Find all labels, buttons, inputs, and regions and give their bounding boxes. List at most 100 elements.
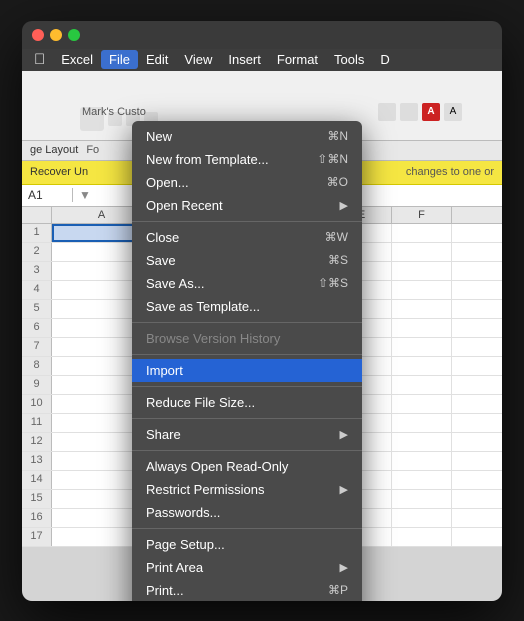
title-bar xyxy=(22,21,502,49)
grid-cell[interactable] xyxy=(392,281,452,299)
grid-cell[interactable] xyxy=(392,528,452,546)
file-new[interactable]: New ⌘N xyxy=(132,125,362,148)
formula-icon: ▼ xyxy=(79,188,91,202)
row-number: 8 xyxy=(22,357,52,375)
row-number: 15 xyxy=(22,490,52,508)
file-menu-section-8: Page Setup... Print Area ▶ Print... ⌘P xyxy=(132,528,362,601)
recover-text: Recover Un xyxy=(30,166,88,178)
file-open-recent-label: Open Recent xyxy=(146,198,340,213)
grid-cell[interactable] xyxy=(392,357,452,375)
row-number: 14 xyxy=(22,471,52,489)
file-save-as[interactable]: Save As... ⇧⌘S xyxy=(132,272,362,295)
row-number: 5 xyxy=(22,300,52,318)
file-print-area[interactable]: Print Area ▶ xyxy=(132,556,362,579)
file-import[interactable]: Import xyxy=(132,359,362,382)
grid-cell[interactable] xyxy=(392,452,452,470)
file-close[interactable]: Close ⌘W xyxy=(132,226,362,249)
file-menu-section-4: Import xyxy=(132,354,362,386)
grid-cell[interactable] xyxy=(392,376,452,394)
row-number: 10 xyxy=(22,395,52,413)
menu-view[interactable]: View xyxy=(176,50,220,69)
grid-cell[interactable] xyxy=(392,395,452,413)
sort-desc-button[interactable] xyxy=(400,103,418,121)
file-open-shortcut: ⌘O xyxy=(327,175,348,189)
file-always-read-only[interactable]: Always Open Read-Only xyxy=(132,455,362,478)
file-menu-section-1: New ⌘N New from Template... ⇧⌘N Open... … xyxy=(132,121,362,221)
file-save-as-label: Save As... xyxy=(146,276,318,291)
col-header-f: F xyxy=(392,207,452,223)
menu-bar:  Excel File Edit View Insert Format Too… xyxy=(22,49,502,71)
recover-detail: changes to one or xyxy=(406,166,494,178)
maximize-button[interactable] xyxy=(68,29,80,41)
file-new-shortcut: ⌘N xyxy=(327,129,348,143)
file-import-label: Import xyxy=(146,363,348,378)
file-reduce-size-label: Reduce File Size... xyxy=(146,395,348,410)
grid-cell[interactable] xyxy=(392,338,452,356)
file-save-label: Save xyxy=(146,253,328,268)
restrict-permissions-arrow: ▶ xyxy=(340,483,348,496)
file-menu-section-3: Browse Version History xyxy=(132,322,362,354)
file-save-template[interactable]: Save as Template... xyxy=(132,295,362,318)
row-number: 16 xyxy=(22,509,52,527)
close-button[interactable] xyxy=(32,29,44,41)
row-number: 7 xyxy=(22,338,52,356)
grid-cell[interactable] xyxy=(392,471,452,489)
traffic-lights xyxy=(32,29,80,41)
menu-edit[interactable]: Edit xyxy=(138,50,176,69)
grid-cell[interactable] xyxy=(392,224,452,242)
font-color-button[interactable]: A xyxy=(422,103,440,121)
row-number: 2 xyxy=(22,243,52,261)
file-always-read-only-label: Always Open Read-Only xyxy=(146,459,348,474)
grid-cell[interactable] xyxy=(392,433,452,451)
file-open[interactable]: Open... ⌘O xyxy=(132,171,362,194)
file-restrict-permissions[interactable]: Restrict Permissions ▶ xyxy=(132,478,362,501)
minimize-button[interactable] xyxy=(50,29,62,41)
file-menu-section-5: Reduce File Size... xyxy=(132,386,362,418)
file-share[interactable]: Share ▶ xyxy=(132,423,362,446)
menu-insert[interactable]: Insert xyxy=(220,50,269,69)
file-print-shortcut: ⌘P xyxy=(328,583,348,597)
file-close-shortcut: ⌘W xyxy=(325,230,348,244)
format-tab[interactable]: Fo xyxy=(86,144,99,156)
file-menu-section-2: Close ⌘W Save ⌘S Save As... ⇧⌘S Save as … xyxy=(132,221,362,322)
menu-file[interactable]: File xyxy=(101,50,138,69)
cell-reference[interactable]: A1 xyxy=(28,188,73,202)
file-save[interactable]: Save ⌘S xyxy=(132,249,362,272)
file-open-label: Open... xyxy=(146,175,327,190)
file-open-recent[interactable]: Open Recent ▶ xyxy=(132,194,362,217)
file-save-as-shortcut: ⇧⌘S xyxy=(318,276,348,290)
grid-cell[interactable] xyxy=(392,509,452,527)
file-restrict-permissions-label: Restrict Permissions xyxy=(146,482,340,497)
file-print[interactable]: Print... ⌘P xyxy=(132,579,362,601)
menu-format[interactable]: Format xyxy=(269,50,326,69)
grid-cell[interactable] xyxy=(392,300,452,318)
menu-d[interactable]: D xyxy=(372,50,397,69)
file-page-setup[interactable]: Page Setup... xyxy=(132,533,362,556)
grid-cell[interactable] xyxy=(392,262,452,280)
grid-cell[interactable] xyxy=(392,319,452,337)
file-passwords-label: Passwords... xyxy=(146,505,348,520)
menu-tools[interactable]: Tools xyxy=(326,50,372,69)
grid-cell[interactable] xyxy=(392,243,452,261)
file-new-template[interactable]: New from Template... ⇧⌘N xyxy=(132,148,362,171)
page-layout-tab[interactable]: ge Layout xyxy=(30,144,78,156)
file-reduce-size[interactable]: Reduce File Size... xyxy=(132,391,362,414)
row-number: 6 xyxy=(22,319,52,337)
file-browse-history: Browse Version History xyxy=(132,327,362,350)
sort-asc-button[interactable] xyxy=(378,103,396,121)
grid-cell[interactable] xyxy=(392,414,452,432)
row-number: 11 xyxy=(22,414,52,432)
row-number: 3 xyxy=(22,262,52,280)
file-menu-section-6: Share ▶ xyxy=(132,418,362,450)
workbook-title: Mark's Custo xyxy=(82,106,146,118)
file-new-label: New xyxy=(146,129,327,144)
file-save-template-label: Save as Template... xyxy=(146,299,348,314)
apple-menu[interactable]:  xyxy=(26,49,53,70)
file-menu-dropdown: New ⌘N New from Template... ⇧⌘N Open... … xyxy=(132,121,362,601)
font-button[interactable]: A xyxy=(444,103,462,121)
main-content: Mark's Custo A A ge Layout Fo Recover Un xyxy=(22,71,502,601)
grid-cell[interactable] xyxy=(392,490,452,508)
row-number: 12 xyxy=(22,433,52,451)
file-passwords[interactable]: Passwords... xyxy=(132,501,362,524)
menu-excel[interactable]: Excel xyxy=(53,50,101,69)
